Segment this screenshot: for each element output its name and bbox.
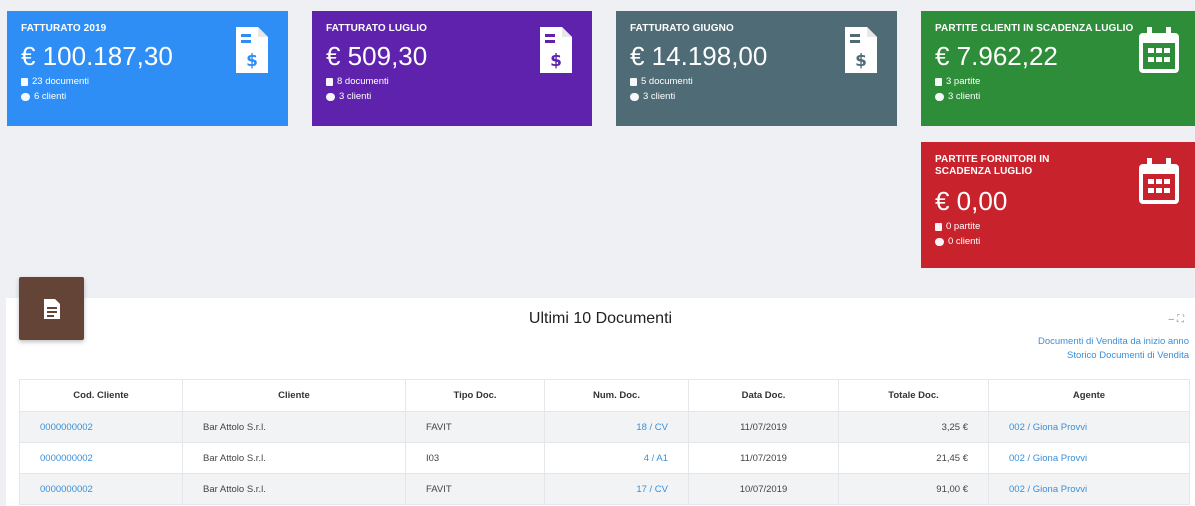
cell-num-doc[interactable]: 18 / CV: [544, 411, 689, 443]
col-tipo-doc[interactable]: Tipo Doc.: [405, 379, 545, 412]
card-fatturato-giugno[interactable]: FATTURATO GIUGNO € 14.198,00 5 documenti…: [616, 11, 897, 126]
calendar-icon: [1137, 158, 1181, 211]
cell-tipo-doc: FAVIT: [405, 411, 545, 443]
table-row: 0000000002 Bar Attolo S.r.l. FAVIT 17 / …: [19, 473, 1190, 505]
col-agente[interactable]: Agente: [988, 379, 1190, 412]
cell-cod-cliente[interactable]: 0000000002: [19, 411, 183, 443]
col-totale-doc[interactable]: Totale Doc.: [838, 379, 989, 412]
panel-controls: –⛶: [1168, 314, 1187, 325]
cell-data-doc: 11/07/2019: [688, 442, 839, 474]
card-fatturato-2019[interactable]: FATTURATO 2019 € 100.187,30 23 documenti…: [7, 11, 288, 126]
cell-tipo-doc: FAVIT: [405, 473, 545, 505]
card-partite-clienti[interactable]: PARTITE CLIENTI IN SCADENZA LUGLIO € 7.9…: [921, 11, 1195, 126]
users-icon: [935, 237, 944, 246]
cell-cod-cliente[interactable]: 0000000002: [19, 473, 183, 505]
card-clients: 0 clienti: [935, 235, 1181, 248]
cell-agente[interactable]: 002 / Giona Provvi: [988, 411, 1190, 443]
invoice-dollar-icon: $: [234, 25, 270, 80]
svg-text:$: $: [246, 51, 258, 71]
users-icon: [935, 92, 944, 101]
link-documenti-vendita[interactable]: Documenti di Vendita da inizio anno: [1038, 335, 1189, 349]
cell-agente[interactable]: 002 / Giona Provvi: [988, 473, 1190, 505]
document-list-icon: [43, 298, 60, 319]
document-icon: [630, 77, 637, 86]
minimize-icon[interactable]: –: [1168, 314, 1177, 325]
cell-cliente: Bar Attolo S.r.l.: [182, 442, 406, 474]
document-icon: [21, 77, 28, 86]
panel-links: Documenti di Vendita da inizio anno Stor…: [1038, 335, 1189, 363]
table-row: 0000000002 Bar Attolo S.r.l. FAVIT 18 / …: [19, 411, 1190, 443]
recent-documents-panel: Ultimi 10 Documenti –⛶ Documenti di Vend…: [6, 298, 1195, 506]
users-icon: [630, 92, 639, 101]
card-clients: 3 clienti: [935, 90, 1181, 103]
users-icon: [21, 92, 30, 101]
cell-agente[interactable]: 002 / Giona Provvi: [988, 442, 1190, 474]
document-icon: [935, 222, 942, 231]
col-num-doc[interactable]: Num. Doc.: [544, 379, 689, 412]
svg-text:$: $: [855, 51, 867, 71]
card-clients: 3 clienti: [326, 90, 578, 103]
cell-totale-doc: 91,00 €: [838, 473, 989, 505]
svg-text:$: $: [550, 51, 562, 71]
col-data-doc[interactable]: Data Doc.: [688, 379, 839, 412]
cell-num-doc[interactable]: 17 / CV: [544, 473, 689, 505]
cell-tipo-doc: I03: [405, 442, 545, 474]
invoice-dollar-icon: $: [843, 25, 879, 80]
cell-cod-cliente[interactable]: 0000000002: [19, 442, 183, 474]
link-storico-documenti[interactable]: Storico Documenti di Vendita: [1038, 349, 1189, 363]
documents-table: Cod. Cliente Cliente Tipo Doc. Num. Doc.…: [19, 379, 1190, 505]
card-partite-fornitori[interactable]: PARTITE FORNITORI IN SCADENZA LUGLIO € 0…: [921, 142, 1195, 268]
cell-cliente: Bar Attolo S.r.l.: [182, 473, 406, 505]
cell-totale-doc: 3,25 €: [838, 411, 989, 443]
card-fatturato-luglio[interactable]: FATTURATO LUGLIO € 509,30 8 documenti 3 …: [312, 11, 592, 126]
expand-icon[interactable]: ⛶: [1177, 314, 1187, 325]
panel-title: Ultimi 10 Documenti: [528, 310, 673, 327]
cell-totale-doc: 21,45 €: [838, 442, 989, 474]
cell-cliente: Bar Attolo S.r.l.: [182, 411, 406, 443]
document-icon: [935, 77, 942, 86]
table-row: 0000000002 Bar Attolo S.r.l. I03 4 / A1 …: [19, 442, 1190, 474]
panel-header-tab: [19, 277, 84, 340]
table-header: Cod. Cliente Cliente Tipo Doc. Num. Doc.…: [19, 379, 1190, 412]
users-icon: [326, 92, 335, 101]
card-clients: 3 clienti: [630, 90, 883, 103]
invoice-dollar-icon: $: [538, 25, 574, 80]
col-cod-cliente[interactable]: Cod. Cliente: [19, 379, 183, 412]
cell-data-doc: 10/07/2019: [688, 473, 839, 505]
card-clients: 6 clienti: [21, 90, 274, 103]
cell-num-doc[interactable]: 4 / A1: [544, 442, 689, 474]
document-icon: [326, 77, 333, 86]
cell-data-doc: 11/07/2019: [688, 411, 839, 443]
card-partite: 0 partite: [935, 220, 1181, 233]
calendar-icon: [1137, 27, 1181, 80]
col-cliente[interactable]: Cliente: [182, 379, 406, 412]
